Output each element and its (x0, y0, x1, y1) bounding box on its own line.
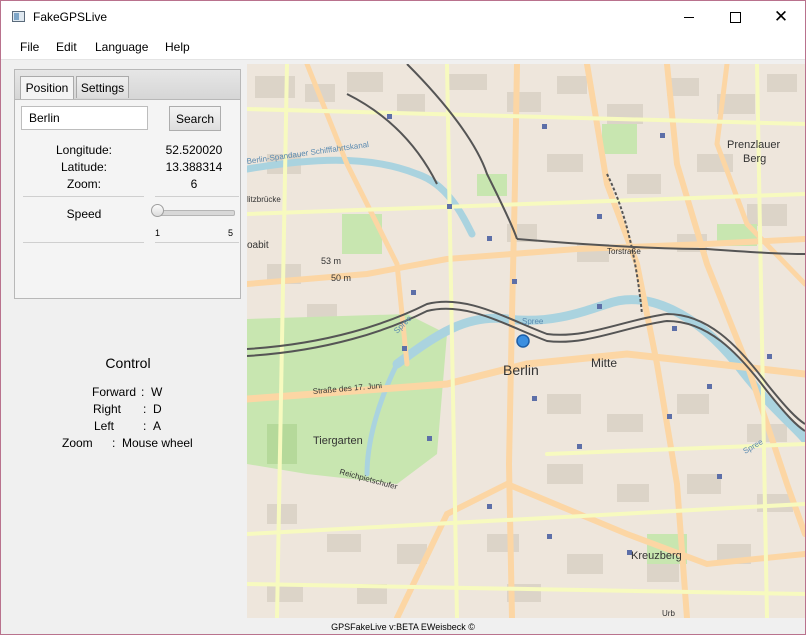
longitude-label: Longitude: (55, 143, 113, 157)
status-bar: GPSFakeLive v:BETA EWeisbeck © (1, 618, 805, 634)
control-title: Control (105, 355, 151, 371)
map-label-50m: 50 m (331, 273, 351, 283)
window-title: FakeGPSLive (33, 10, 108, 24)
zoom-value: 6 (190, 177, 198, 191)
control-left-key: A (153, 419, 162, 433)
control-left-sep: : (143, 419, 147, 433)
map-label-torstrasse: Torstraße (607, 247, 641, 256)
search-button[interactable]: Search (169, 106, 221, 131)
control-left-action: Left (94, 419, 115, 433)
tab-header: Position Settings (15, 70, 240, 100)
status-text: GPSFakeLive v:BETA EWeisbeck © (331, 622, 475, 632)
menu-edit[interactable]: Edit (56, 40, 77, 54)
divider (23, 242, 144, 243)
search-input[interactable] (21, 106, 148, 130)
speed-slider-thumb[interactable] (151, 204, 164, 217)
speed-max-tick: 5 (228, 228, 234, 238)
control-forward-action: Forward (92, 385, 137, 399)
map-view[interactable]: Berlin Mitte Prenzlauer Berg Tiergarten … (247, 64, 805, 618)
map-label-berlin: Berlin (503, 362, 539, 378)
map-label-moabit: oabit (247, 240, 269, 251)
divider (155, 196, 239, 197)
control-right-key: D (153, 402, 162, 416)
tab-settings[interactable]: Settings (76, 76, 129, 98)
map-label-mitte: Mitte (591, 356, 617, 370)
latitude-value: 13.388314 (165, 160, 223, 174)
speed-min-tick: 1 (155, 228, 161, 238)
map-label-spree: Spree (522, 317, 544, 326)
divider (23, 196, 144, 197)
control-zoom-key: Mouse wheel (122, 436, 193, 450)
zoom-label: Zoom: (66, 177, 101, 191)
tab-pane: Position Settings Search Longitude: 52.5… (14, 69, 241, 299)
app-icon (12, 11, 25, 22)
menu-language[interactable]: Language (95, 40, 148, 54)
latitude-label: Latitude: (60, 160, 108, 174)
map-label-berg: Berg (743, 153, 766, 165)
menu-file[interactable]: File (20, 40, 39, 54)
maximize-button[interactable] (712, 1, 758, 33)
minimize-button[interactable] (666, 1, 712, 33)
control-right-action: Right (93, 402, 122, 416)
divider (155, 242, 239, 243)
left-panel: Position Settings Search Longitude: 52.5… (1, 60, 247, 618)
control-forward-key: W (151, 385, 163, 399)
map-label-litzbrucke: litzbrücke (247, 195, 281, 204)
speed-label: Speed (66, 207, 102, 221)
map-canvas[interactable]: Berlin Mitte Prenzlauer Berg Tiergarten … (247, 64, 805, 618)
close-icon: ✕ (773, 7, 789, 26)
tab-position[interactable]: Position (20, 76, 74, 99)
control-zoom-sep: : (112, 436, 116, 450)
map-label-kreuzberg: Kreuzberg (631, 550, 682, 562)
title-bar: FakeGPSLive ✕ (1, 1, 805, 33)
location-marker-icon[interactable] (516, 334, 530, 348)
menu-help[interactable]: Help (165, 40, 190, 54)
menu-bar: File Edit Language Help (1, 33, 805, 60)
control-right-sep: : (143, 402, 147, 416)
control-zoom-action: Zoom (62, 436, 93, 450)
speed-slider-track[interactable] (155, 210, 235, 216)
map-label-tiergarten: Tiergarten (313, 435, 363, 447)
app-window: FakeGPSLive ✕ File Edit Language Help Po… (0, 0, 806, 635)
map-label-53m: 53 m (321, 256, 341, 266)
map-label-prenzlauer: Prenzlauer (727, 139, 781, 151)
close-button[interactable]: ✕ (758, 1, 804, 33)
longitude-value: 52.520020 (165, 143, 223, 157)
control-forward-sep: : (141, 385, 145, 399)
map-label-urb: Urb (662, 609, 675, 618)
